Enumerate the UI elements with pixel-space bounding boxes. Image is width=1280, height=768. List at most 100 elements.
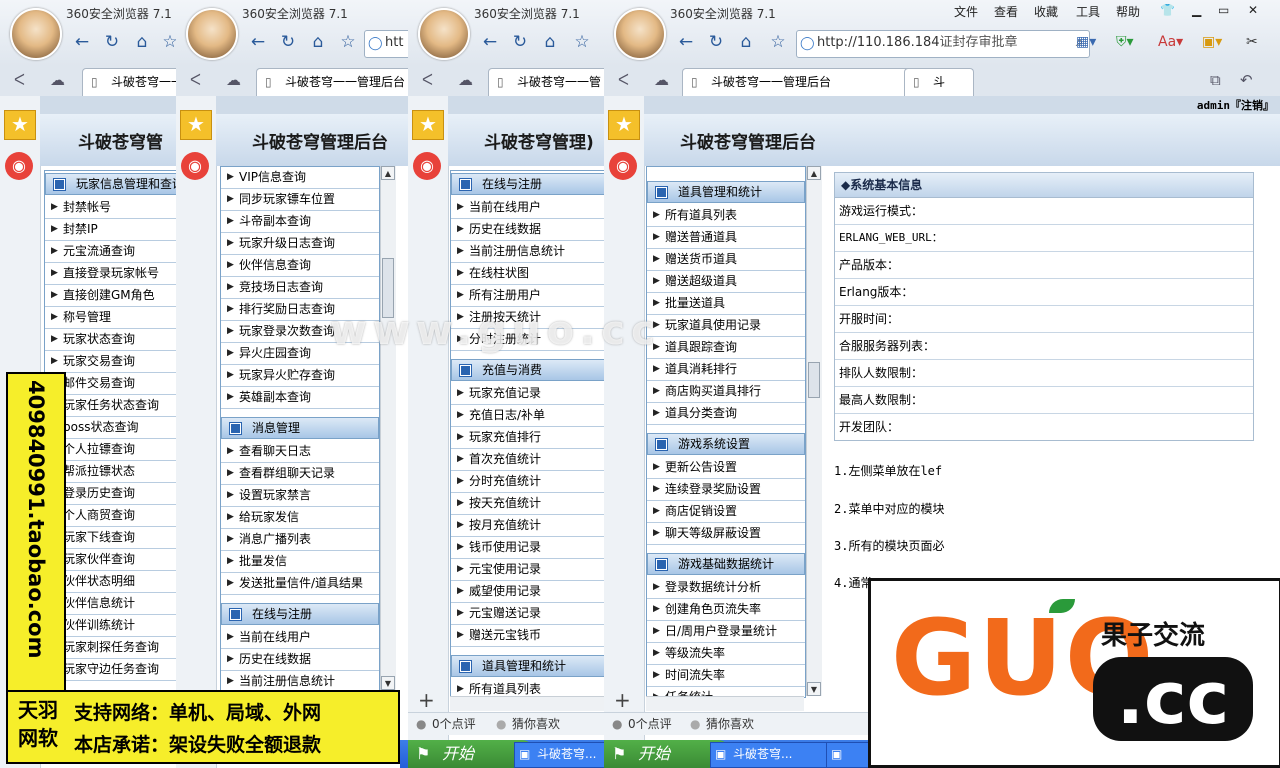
refresh-icon[interactable]: ↻ <box>276 30 300 54</box>
menu-item[interactable]: ▶ 分时充值统计 <box>451 471 604 493</box>
menu-item[interactable]: ▶ 查看群组聊天记录 <box>221 463 379 485</box>
refresh-icon[interactable]: ↻ <box>100 30 124 54</box>
menu-item[interactable]: ▶ 日/周用户登录量统计 <box>647 621 805 643</box>
menu-item[interactable]: ▶ 玩家充值排行 <box>451 427 604 449</box>
menu-favorites[interactable]: 收藏 <box>1034 3 1058 20</box>
shield-icon[interactable]: ⛨▾ <box>1116 34 1134 50</box>
user-avatar[interactable] <box>614 8 666 60</box>
menu-item[interactable]: ▶ 元宝使用记录 <box>451 559 604 581</box>
menu-item[interactable]: ▶ 设置玩家禁言 <box>221 485 379 507</box>
apps-icon[interactable]: ▦▾ <box>1076 34 1096 50</box>
favorite-icon[interactable]: ☆ <box>766 30 790 54</box>
menu-item[interactable]: ▶ 所有道具列表 <box>647 205 805 227</box>
weibo-icon[interactable]: ◉ <box>5 152 33 180</box>
menu-item[interactable]: ▶ 玩家异火贮存查询 <box>221 365 379 387</box>
tab-back-icon[interactable]: ᐸ <box>14 71 25 89</box>
tab-admin[interactable]: ▯ 斗破苍穹一一 <box>82 68 176 97</box>
menu-tools[interactable]: 工具 <box>1076 3 1100 20</box>
menu-item[interactable]: ▶ 历史在线数据 <box>451 219 604 241</box>
menu-item[interactable]: ▶ 道具跟踪查询 <box>647 337 805 359</box>
cloud-icon[interactable]: ☁ <box>50 71 65 89</box>
menu-item[interactable]: ▶ 给玩家发信 <box>221 507 379 529</box>
menu-item[interactable]: ▶ 发送批量信件/道具结果 <box>221 573 379 595</box>
menu-item[interactable]: ▶ 所有注册用户 <box>451 285 604 307</box>
menu-item[interactable]: ▶ 赠送元宝钱币 <box>451 625 604 647</box>
menu-item[interactable]: ▶ 玩家状态查询 <box>45 329 176 351</box>
menu-item[interactable]: ▶ 时间流失率 <box>647 665 805 687</box>
menu-section-online[interactable]: 在线与注册 <box>451 173 604 195</box>
menu-item[interactable]: ▶ 元宝流通查询 <box>45 241 176 263</box>
user-avatar[interactable] <box>186 8 238 60</box>
taskbar-item-2[interactable]: ▣ 斗破苍穹... <box>710 742 844 768</box>
favorites-star-icon[interactable]: ★ <box>608 110 640 140</box>
add-panel-icon[interactable]: + <box>418 688 435 712</box>
menu-section-items[interactable]: 道具管理和统计 <box>451 655 604 677</box>
menu-section-online[interactable]: 在线与注册 <box>221 603 379 625</box>
menu-item[interactable]: ▶ 批量送道具 <box>647 293 805 315</box>
add-panel-icon[interactable]: + <box>614 688 631 712</box>
horizontal-scrollbar[interactable] <box>450 696 604 711</box>
tab-next[interactable]: ▯ 斗 <box>904 68 974 97</box>
home-icon[interactable]: ⌂ <box>734 30 758 54</box>
menu-item[interactable]: ▶ 封禁帐号 <box>45 197 176 219</box>
menu-item[interactable]: ▶ 商店购买道具排行 <box>647 381 805 403</box>
menu-item[interactable]: ▶ 道具消耗排行 <box>647 359 805 381</box>
menu-item[interactable]: ▶ 按月充值统计 <box>451 515 604 537</box>
home-icon[interactable]: ⌂ <box>306 30 330 54</box>
comments-label[interactable]: 0个点评 <box>628 713 672 735</box>
menu-item[interactable]: ▶ 当前在线用户 <box>451 197 604 219</box>
translate-icon[interactable]: Aa▾ <box>1158 34 1183 50</box>
scroll-down-icon[interactable]: ▼ <box>381 676 395 690</box>
menu-item[interactable]: ▶ 当前注册信息统计 <box>451 241 604 263</box>
scroll-thumb[interactable] <box>808 362 820 398</box>
favorite-icon[interactable]: ☆ <box>570 30 594 54</box>
tab-back-icon[interactable]: ᐸ <box>618 71 629 89</box>
undo-close-icon[interactable]: ↶ <box>1240 71 1253 89</box>
weibo-icon[interactable]: ◉ <box>413 152 441 180</box>
home-icon[interactable]: ⌂ <box>538 30 562 54</box>
menu-item[interactable]: ▶ 玩家充值记录 <box>451 383 604 405</box>
favorites-star-icon[interactable]: ★ <box>412 110 444 140</box>
menu-item[interactable]: ▶ 更新公告设置 <box>647 457 805 479</box>
menu-section-messages[interactable]: 消息管理 <box>221 417 379 439</box>
back-icon[interactable]: ← <box>246 30 270 54</box>
menu-item[interactable]: ▶ 威望使用记录 <box>451 581 604 603</box>
weibo-icon[interactable]: ◉ <box>609 152 637 180</box>
menu-item[interactable]: ▶ 查看聊天日志 <box>221 441 379 463</box>
tab-admin[interactable]: ▯ 斗破苍穹一一管理后台 <box>256 68 408 97</box>
user-avatar[interactable] <box>418 8 470 60</box>
favorites-star-icon[interactable]: ★ <box>4 110 36 140</box>
menu-item[interactable]: ▶ 封禁IP <box>45 219 176 241</box>
menu-item[interactable]: ▶ 历史在线数据 <box>221 649 379 671</box>
skin-icon[interactable]: 👕 <box>1160 3 1175 17</box>
menu-item[interactable]: ▶ VIP信息查询 <box>221 167 379 189</box>
guess-label[interactable]: 猜你喜欢 <box>706 713 754 735</box>
menu-item[interactable]: ▶ 聊天等级屏蔽设置 <box>647 523 805 545</box>
menu-section-system[interactable]: 游戏系统设置 <box>647 433 805 455</box>
home-icon[interactable]: ⌂ <box>130 30 154 54</box>
menu-item[interactable]: ▶ 消息广播列表 <box>221 529 379 551</box>
tab-list-icon[interactable]: ⧉ <box>1210 71 1221 89</box>
menu-item[interactable]: ▶ 在线柱状图 <box>451 263 604 285</box>
scroll-down-icon[interactable]: ▼ <box>807 682 821 696</box>
comments-label[interactable]: 0个点评 <box>432 713 476 735</box>
game-icon[interactable]: ▣▾ <box>1202 34 1222 50</box>
favorite-icon[interactable]: ☆ <box>158 30 176 54</box>
menu-item[interactable]: ▶ 赠送货币道具 <box>647 249 805 271</box>
menu-section-items[interactable]: 道具管理和统计 <box>647 181 805 203</box>
menu-item[interactable]: ▶ 玩家升级日志查询 <box>221 233 379 255</box>
close-window-icon[interactable]: ✕ <box>1248 3 1258 17</box>
favorite-icon[interactable]: ☆ <box>336 30 360 54</box>
menu-item[interactable]: ▶ 斗帝副本查询 <box>221 211 379 233</box>
cloud-icon[interactable]: ☁ <box>226 71 241 89</box>
minimize-icon[interactable]: ▁ <box>1192 3 1201 17</box>
back-icon[interactable]: ← <box>674 30 698 54</box>
back-icon[interactable]: ← <box>478 30 502 54</box>
menu-help[interactable]: 帮助 <box>1116 3 1140 20</box>
menu-item[interactable]: ▶ 伙伴信息查询 <box>221 255 379 277</box>
menu-item[interactable]: ▶ 当前在线用户 <box>221 627 379 649</box>
menu-item[interactable]: ▶ 英雄副本查询 <box>221 387 379 409</box>
weibo-icon[interactable]: ◉ <box>181 152 209 180</box>
menu-item[interactable]: ▶ 钱币使用记录 <box>451 537 604 559</box>
horizontal-scrollbar[interactable] <box>646 696 804 711</box>
